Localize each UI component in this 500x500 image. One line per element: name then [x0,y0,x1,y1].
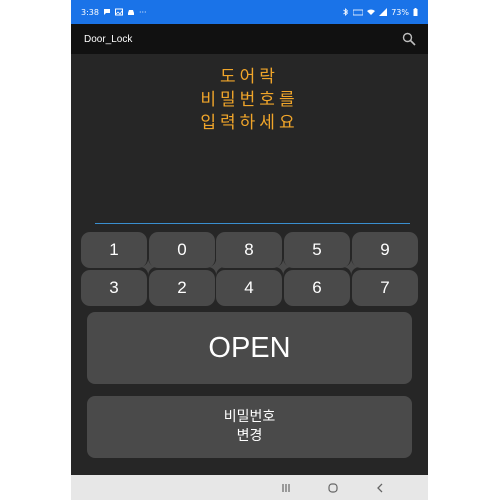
key-2[interactable]: 2 [149,270,215,306]
signal-icon [379,8,388,16]
key-7[interactable]: 7 [352,270,418,306]
search-icon[interactable] [402,32,416,46]
system-nav-bar [71,475,428,500]
prompt-line-2: 비밀번호를 [200,90,299,110]
app-bar: Door_Lock [71,24,428,54]
key-4[interactable]: 4 [216,270,282,306]
status-time: 3:38 [81,7,99,17]
change-password-line-1: 비밀번호 [223,409,276,425]
open-button[interactable]: OPEN [87,312,412,384]
key-0[interactable]: 0 [149,232,215,268]
wifi-icon [367,9,376,15]
key-6[interactable]: 6 [284,270,350,306]
key-5[interactable]: 5 [284,232,350,268]
number-keypad: 1 0 8 5 9 3 2 4 6 7 ✦ ✦ ✦ ✦ [81,232,418,306]
key-gap-diamond: ✦ [207,256,226,281]
network-icon [353,9,364,16]
car-icon [127,10,134,15]
phone-screen: 3:38 ··· 73% Door_Lock 도어락 비밀번호를 입력하세요 1… [71,0,428,500]
image-icon [114,8,123,16]
password-prompt: 도어락 비밀번호를 입력하세요 [71,66,428,135]
key-gap-diamond: ✦ [139,256,158,281]
bluetooth-icon [343,8,349,16]
recent-apps-icon[interactable] [279,481,293,495]
status-right: 73% [343,8,418,17]
status-bar: 3:38 ··· 73% [71,0,428,24]
status-left: 3:38 ··· [81,8,147,17]
status-more: ··· [138,7,147,17]
prompt-line-1: 도어락 [220,67,279,87]
chat-bubble-icon [103,9,110,15]
change-password-line-2: 변경 [236,428,263,444]
change-password-button[interactable]: 비밀번호 변경 [87,396,412,458]
key-gap-diamond: ✦ [342,256,361,281]
key-9[interactable]: 9 [352,232,418,268]
key-1[interactable]: 1 [81,232,147,268]
key-3[interactable]: 3 [81,270,147,306]
pin-input[interactable] [95,205,410,224]
key-gap-diamond: ✦ [274,256,293,281]
battery-percent: 73% [391,7,409,17]
prompt-line-3: 입력하세요 [200,113,299,133]
app-title: Door_Lock [84,33,133,45]
key-8[interactable]: 8 [216,232,282,268]
back-icon[interactable] [373,481,387,495]
change-password-label: 비밀번호 변경 [224,408,276,446]
battery-icon [413,8,418,16]
home-icon[interactable] [326,481,340,495]
